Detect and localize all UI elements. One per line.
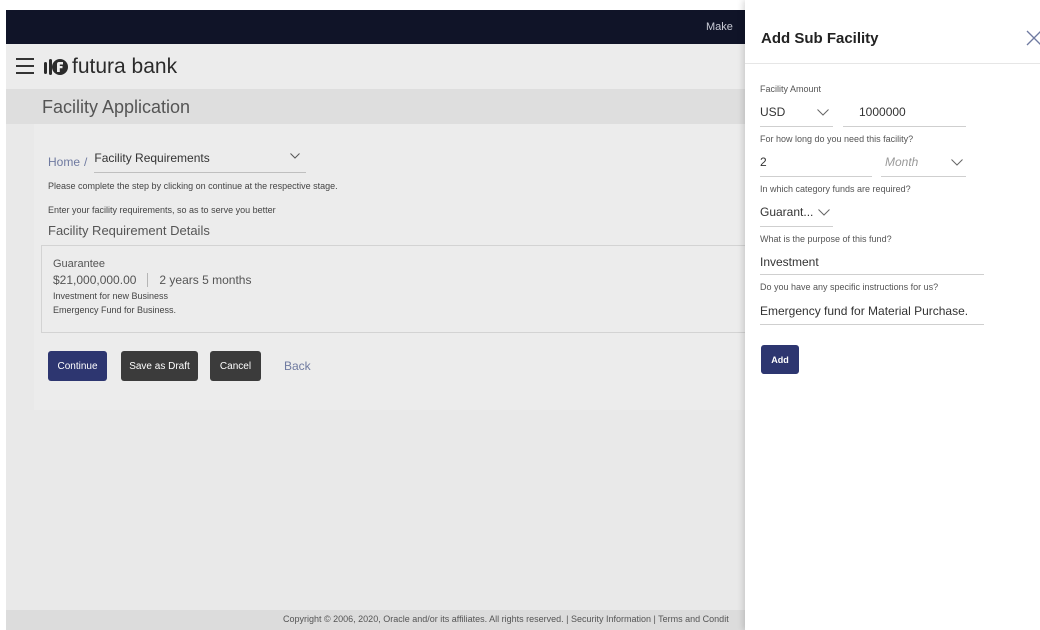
application-card: Home / Facility Requirements Please comp… bbox=[34, 124, 784, 410]
panel-header: Add Sub Facility bbox=[745, 0, 1040, 64]
breadcrumb-separator: / bbox=[84, 155, 88, 169]
divider bbox=[147, 273, 149, 287]
duration-input[interactable]: 2 bbox=[760, 155, 767, 169]
add-button[interactable]: Add bbox=[761, 345, 799, 374]
requirement-summary-card: Guarantee $21,000,000.00 2 years 5 month… bbox=[41, 245, 781, 333]
purpose-input[interactable]: Investment bbox=[760, 255, 819, 269]
duration-unit-select[interactable]: Month bbox=[885, 155, 918, 169]
page-title: Facility Application bbox=[42, 97, 191, 117]
requirement-type: Guarantee bbox=[53, 258, 105, 270]
facility-amount-input[interactable]: 1000000 bbox=[859, 105, 906, 119]
requirement-duration: 2 years 5 months bbox=[159, 273, 252, 287]
chevron-down-icon[interactable] bbox=[818, 209, 830, 216]
step-select-value: Facility Requirements bbox=[94, 151, 210, 165]
step-select[interactable]: Facility Requirements bbox=[94, 151, 307, 173]
chevron-down-icon bbox=[290, 153, 301, 159]
cancel-button[interactable]: Cancel bbox=[210, 351, 261, 381]
facility-amount-label: Facility Amount bbox=[760, 84, 822, 94]
category-underline bbox=[760, 226, 833, 227]
instructions-label: Do you have any specific instructions fo… bbox=[760, 282, 939, 292]
hamburger-icon[interactable] bbox=[16, 58, 34, 74]
chevron-down-icon[interactable] bbox=[951, 159, 963, 166]
chevron-down-icon[interactable] bbox=[817, 109, 829, 116]
duration-label: For how long do you need this facility? bbox=[760, 134, 914, 144]
breadcrumb-home-link[interactable]: Home bbox=[48, 155, 80, 169]
footer-text: Copyright © 2006, 2020, Oracle and/or it… bbox=[283, 614, 729, 624]
purpose-underline bbox=[760, 274, 984, 275]
panel-title: Add Sub Facility bbox=[761, 30, 879, 47]
instructions-input[interactable]: Emergency fund for Material Purchase. bbox=[760, 304, 968, 318]
requirement-instructions: Emergency Fund for Business. bbox=[53, 305, 177, 315]
close-icon[interactable] bbox=[1026, 30, 1040, 46]
futura-logo-icon bbox=[44, 59, 68, 75]
category-select[interactable]: Guarant... bbox=[760, 205, 813, 219]
add-sub-facility-panel: Add Sub Facility Facility Amount USD 100… bbox=[745, 0, 1040, 630]
brand-logo[interactable]: futura bank bbox=[44, 55, 177, 79]
instructions-underline bbox=[760, 324, 984, 325]
instruction-text: Please complete the step by clicking on … bbox=[48, 181, 338, 191]
brand-name: futura bank bbox=[72, 55, 178, 78]
top-bar-text: Make bbox=[706, 21, 733, 33]
instruction-subtext: Enter your facility requirements, so as … bbox=[48, 205, 276, 215]
duration-underline bbox=[760, 176, 872, 177]
save-as-draft-button[interactable]: Save as Draft bbox=[121, 351, 198, 381]
requirement-amount-line: $21,000,000.00 2 years 5 months bbox=[53, 273, 780, 287]
category-label: In which category funds are required? bbox=[760, 184, 911, 194]
section-heading: Facility Requirement Details bbox=[48, 223, 210, 238]
purpose-label: What is the purpose of this fund? bbox=[760, 234, 892, 244]
breadcrumb: Home / Facility Requirements bbox=[48, 151, 307, 173]
requirement-purpose: Investment for new Business bbox=[53, 291, 169, 301]
amount-underline bbox=[843, 126, 966, 127]
requirement-amount: $21,000,000.00 bbox=[53, 273, 137, 287]
duration-unit-underline bbox=[881, 176, 966, 177]
currency-select[interactable]: USD bbox=[760, 105, 785, 119]
back-link[interactable]: Back bbox=[284, 359, 311, 373]
continue-button[interactable]: Continue bbox=[48, 351, 107, 381]
currency-underline bbox=[760, 126, 833, 127]
